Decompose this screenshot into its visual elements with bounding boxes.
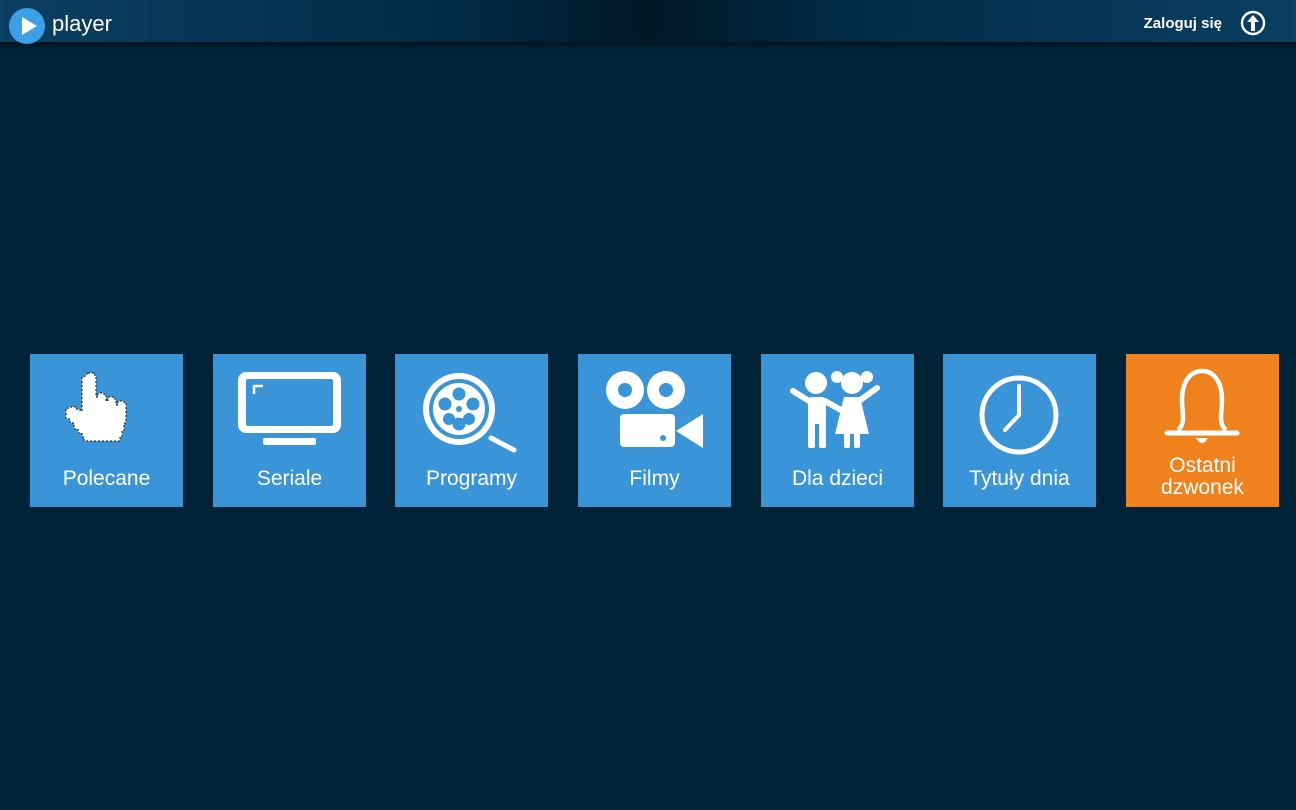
top-bar: player Zaloguj się [0, 0, 1296, 46]
children-icon [790, 371, 880, 448]
tile-label: Filmy [629, 467, 680, 490]
tv-icon [238, 372, 341, 445]
tile-label: Tytuły dnia [969, 467, 1070, 490]
tile-seriale[interactable]: Seriale [213, 354, 366, 507]
tile-label-line1: Ostatni [1169, 454, 1236, 477]
film-reel-search-icon [423, 373, 517, 453]
tile-filmy[interactable]: Filmy [578, 354, 731, 507]
tile-programy[interactable]: Programy [395, 354, 548, 507]
tile-label: Dla dzieci [791, 467, 884, 490]
tile-label-line2: dzwonek [1161, 476, 1244, 499]
tile-tytuly-dnia[interactable]: Tytuły dnia [943, 354, 1096, 507]
play-icon [9, 8, 45, 44]
tile-ostatni-dzwonek[interactable]: Ostatni dzwonek [1126, 354, 1279, 507]
upload-arrow-icon[interactable] [1240, 10, 1266, 36]
movie-camera-icon [606, 371, 703, 448]
tile-dla-dzieci[interactable]: Dla dzieci [761, 354, 914, 507]
tile-label: Programy [425, 467, 518, 490]
app-logo[interactable]: player [8, 6, 112, 46]
tile-label: Polecane [62, 467, 151, 490]
app-name: player [52, 11, 112, 36]
tile-polecane[interactable]: Polecane [30, 354, 183, 507]
login-link[interactable]: Zaloguj się [1144, 15, 1222, 32]
tile-label: Seriale [256, 467, 323, 490]
pointing-hand-icon [65, 372, 127, 442]
bell-icon [1164, 368, 1240, 443]
clock-icon [979, 375, 1059, 455]
